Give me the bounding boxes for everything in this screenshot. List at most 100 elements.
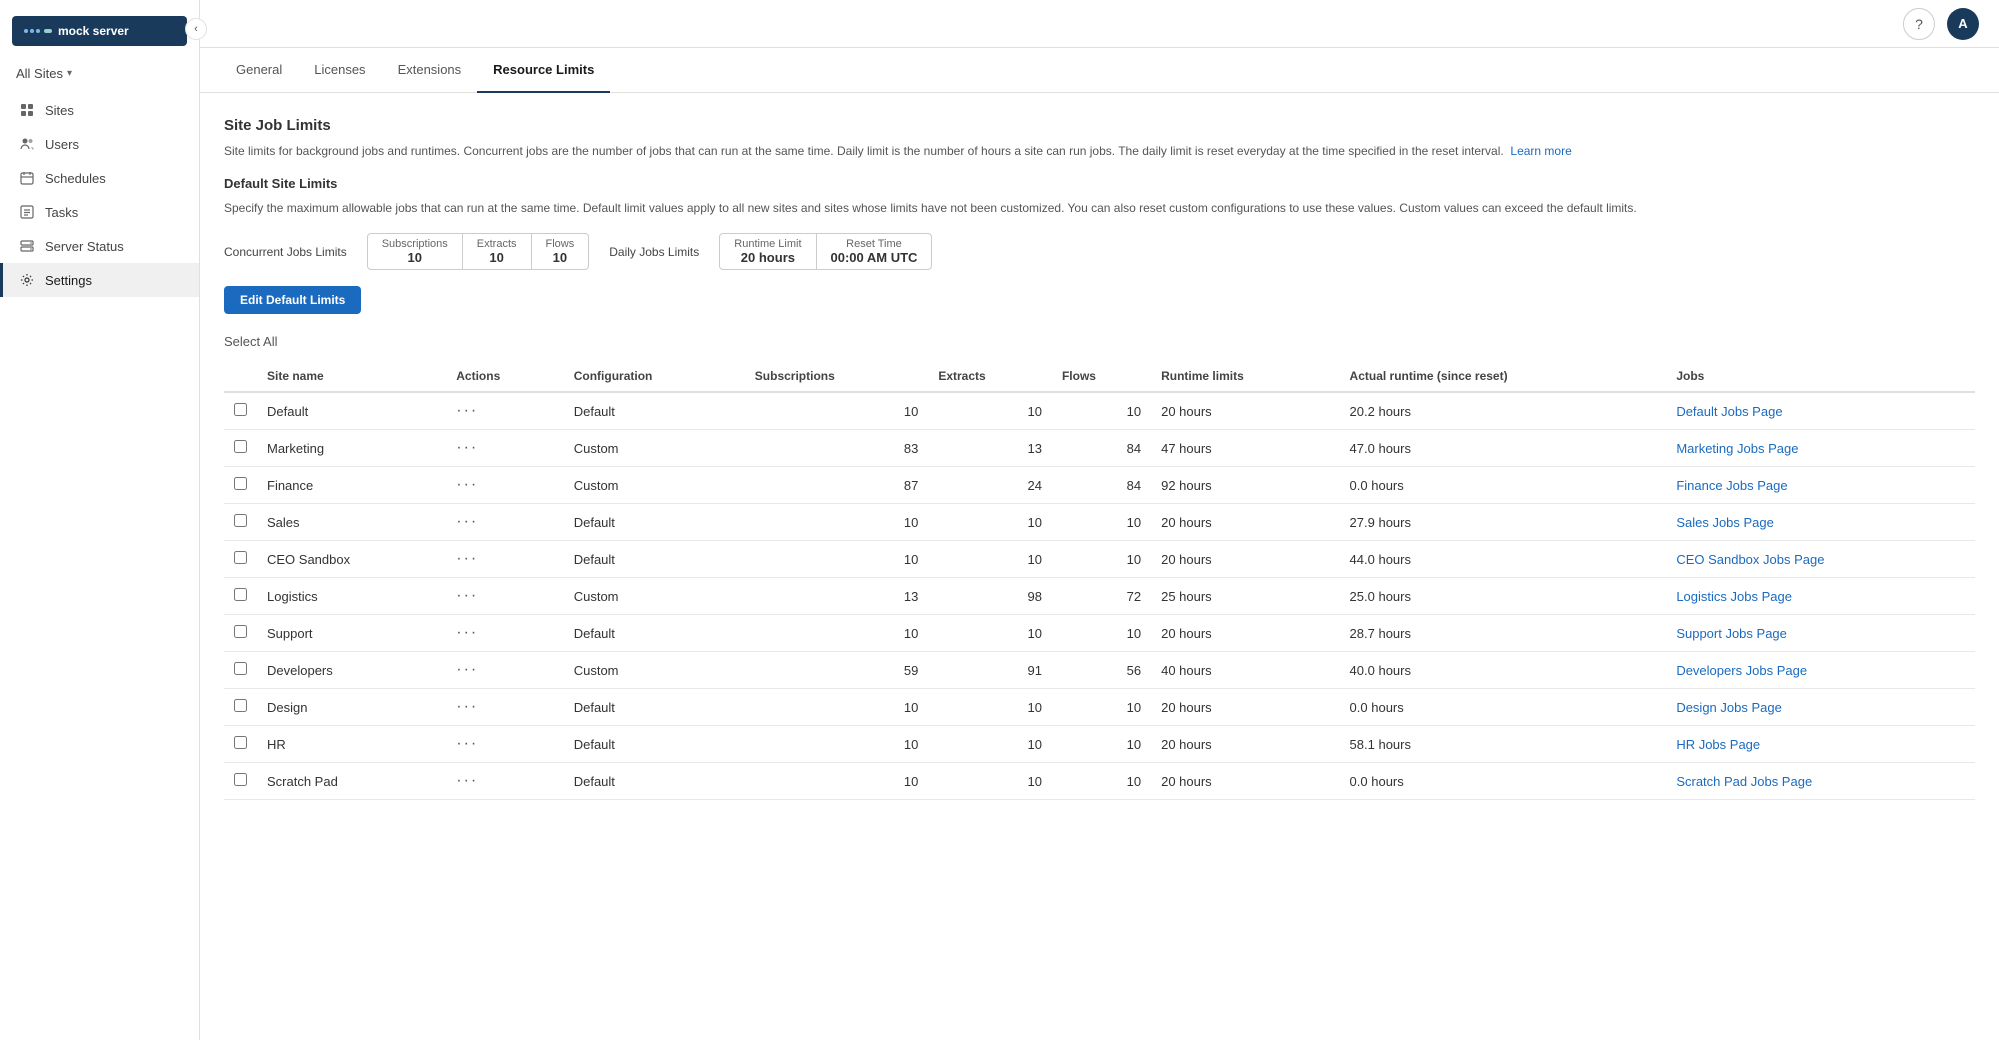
table-row: Design ··· Default 10 10 10 20 hours 0.0… bbox=[224, 689, 1975, 726]
flows-limit-col: Flows 10 bbox=[532, 234, 589, 269]
row-actions-scratch-pad[interactable]: ··· bbox=[446, 763, 563, 800]
sidebar-nav: Sites Users Schedules Tasks bbox=[0, 93, 199, 297]
row-flows-scratch-pad: 10 bbox=[1052, 763, 1151, 800]
row-jobs-link-scratch-pad[interactable]: Scratch Pad Jobs Page bbox=[1666, 763, 1975, 800]
row-configuration-finance: Custom bbox=[564, 467, 745, 504]
row-checkbox-sales[interactable] bbox=[224, 504, 257, 541]
tab-general[interactable]: General bbox=[220, 48, 298, 93]
row-configuration-developers: Custom bbox=[564, 652, 745, 689]
row-jobs-link-support[interactable]: Support Jobs Page bbox=[1666, 615, 1975, 652]
row-actual-runtime-design: 0.0 hours bbox=[1340, 689, 1667, 726]
row-actions-finance[interactable]: ··· bbox=[446, 467, 563, 504]
row-site-name-logistics: Logistics bbox=[257, 578, 446, 615]
sidebar-item-sites[interactable]: Sites bbox=[0, 93, 199, 127]
row-actions-support[interactable]: ··· bbox=[446, 615, 563, 652]
sidebar-item-server-status[interactable]: Server Status bbox=[0, 229, 199, 263]
learn-more-link[interactable]: Learn more bbox=[1510, 144, 1571, 158]
row-checkbox-scratch-pad[interactable] bbox=[224, 763, 257, 800]
row-actions-hr[interactable]: ··· bbox=[446, 726, 563, 763]
row-extracts-support: 10 bbox=[928, 615, 1052, 652]
row-jobs-link-logistics[interactable]: Logistics Jobs Page bbox=[1666, 578, 1975, 615]
row-jobs-link-developers[interactable]: Developers Jobs Page bbox=[1666, 652, 1975, 689]
row-runtime-limits-design: 20 hours bbox=[1151, 689, 1339, 726]
row-configuration-default: Default bbox=[564, 392, 745, 430]
row-actual-runtime-ceo-sandbox: 44.0 hours bbox=[1340, 541, 1667, 578]
section-description: Site limits for background jobs and runt… bbox=[224, 142, 1975, 160]
chevron-down-icon: ▾ bbox=[67, 68, 72, 79]
limits-row: Concurrent Jobs Limits Subscriptions 10 … bbox=[224, 233, 1975, 270]
row-runtime-limits-sales: 20 hours bbox=[1151, 504, 1339, 541]
flows-col-val: 10 bbox=[546, 250, 575, 265]
row-actions-ceo-sandbox[interactable]: ··· bbox=[446, 541, 563, 578]
row-checkbox-ceo-sandbox[interactable] bbox=[224, 541, 257, 578]
row-subscriptions-scratch-pad: 10 bbox=[745, 763, 929, 800]
col-checkbox bbox=[224, 361, 257, 392]
tab-extensions[interactable]: Extensions bbox=[382, 48, 478, 93]
row-extracts-hr: 10 bbox=[928, 726, 1052, 763]
sites-icon bbox=[19, 102, 35, 118]
row-actions-default[interactable]: ··· bbox=[446, 392, 563, 430]
sidebar-collapse-button[interactable]: ‹ bbox=[185, 18, 207, 40]
sidebar-item-settings[interactable]: Settings bbox=[0, 263, 199, 297]
row-jobs-link-ceo-sandbox[interactable]: CEO Sandbox Jobs Page bbox=[1666, 541, 1975, 578]
extracts-col-label: Extracts bbox=[477, 238, 517, 250]
select-all-link[interactable]: Select All bbox=[224, 334, 1975, 349]
row-actual-runtime-finance: 0.0 hours bbox=[1340, 467, 1667, 504]
row-actions-logistics[interactable]: ··· bbox=[446, 578, 563, 615]
subsection-description: Specify the maximum allowable jobs that … bbox=[224, 199, 1975, 217]
row-actual-runtime-marketing: 47.0 hours bbox=[1340, 430, 1667, 467]
sidebar-item-sites-label: Sites bbox=[45, 103, 74, 118]
row-checkbox-developers[interactable] bbox=[224, 652, 257, 689]
site-selector[interactable]: All Sites ▾ bbox=[0, 62, 199, 93]
row-subscriptions-developers: 59 bbox=[745, 652, 929, 689]
tab-resource-limits[interactable]: Resource Limits bbox=[477, 48, 610, 93]
row-runtime-limits-scratch-pad: 20 hours bbox=[1151, 763, 1339, 800]
extracts-limit-col: Extracts 10 bbox=[463, 234, 532, 269]
row-checkbox-default[interactable] bbox=[224, 392, 257, 430]
row-checkbox-support[interactable] bbox=[224, 615, 257, 652]
row-actions-developers[interactable]: ··· bbox=[446, 652, 563, 689]
row-jobs-link-design[interactable]: Design Jobs Page bbox=[1666, 689, 1975, 726]
logo-icon bbox=[24, 29, 52, 33]
subsection-title: Default Site Limits bbox=[224, 176, 1975, 191]
row-jobs-link-finance[interactable]: Finance Jobs Page bbox=[1666, 467, 1975, 504]
row-runtime-limits-hr: 20 hours bbox=[1151, 726, 1339, 763]
row-site-name-hr: HR bbox=[257, 726, 446, 763]
row-checkbox-hr[interactable] bbox=[224, 726, 257, 763]
sidebar-item-schedules-label: Schedules bbox=[45, 171, 106, 186]
sidebar-item-users[interactable]: Users bbox=[0, 127, 199, 161]
row-jobs-link-marketing[interactable]: Marketing Jobs Page bbox=[1666, 430, 1975, 467]
tab-licenses[interactable]: Licenses bbox=[298, 48, 381, 93]
col-subscriptions: Subscriptions bbox=[745, 361, 929, 392]
row-jobs-link-hr[interactable]: HR Jobs Page bbox=[1666, 726, 1975, 763]
section-title: Site Job Limits bbox=[224, 117, 1975, 134]
row-jobs-link-sales[interactable]: Sales Jobs Page bbox=[1666, 504, 1975, 541]
row-site-name-sales: Sales bbox=[257, 504, 446, 541]
col-actual-runtime: Actual runtime (since reset) bbox=[1340, 361, 1667, 392]
row-subscriptions-support: 10 bbox=[745, 615, 929, 652]
row-jobs-link-default[interactable]: Default Jobs Page bbox=[1666, 392, 1975, 430]
row-site-name-ceo-sandbox: CEO Sandbox bbox=[257, 541, 446, 578]
row-checkbox-design[interactable] bbox=[224, 689, 257, 726]
sidebar-item-schedules[interactable]: Schedules bbox=[0, 161, 199, 195]
table-row: Developers ··· Custom 59 91 56 40 hours … bbox=[224, 652, 1975, 689]
row-subscriptions-design: 10 bbox=[745, 689, 929, 726]
sidebar-item-tasks[interactable]: Tasks bbox=[0, 195, 199, 229]
row-subscriptions-sales: 10 bbox=[745, 504, 929, 541]
edit-default-limits-button[interactable]: Edit Default Limits bbox=[224, 286, 361, 314]
help-button[interactable]: ? bbox=[1903, 8, 1935, 40]
table-row: HR ··· Default 10 10 10 20 hours 58.1 ho… bbox=[224, 726, 1975, 763]
row-subscriptions-default: 10 bbox=[745, 392, 929, 430]
concurrent-jobs-box: Subscriptions 10 Extracts 10 Flows 10 bbox=[367, 233, 590, 270]
user-avatar[interactable]: A bbox=[1947, 8, 1979, 40]
row-checkbox-logistics[interactable] bbox=[224, 578, 257, 615]
row-checkbox-finance[interactable] bbox=[224, 467, 257, 504]
row-actions-design[interactable]: ··· bbox=[446, 689, 563, 726]
row-checkbox-marketing[interactable] bbox=[224, 430, 257, 467]
logo-area: mock server bbox=[0, 0, 199, 62]
row-actions-sales[interactable]: ··· bbox=[446, 504, 563, 541]
row-flows-logistics: 72 bbox=[1052, 578, 1151, 615]
concurrent-jobs-label: Concurrent Jobs Limits bbox=[224, 245, 347, 259]
logo[interactable]: mock server bbox=[12, 16, 187, 46]
row-actions-marketing[interactable]: ··· bbox=[446, 430, 563, 467]
